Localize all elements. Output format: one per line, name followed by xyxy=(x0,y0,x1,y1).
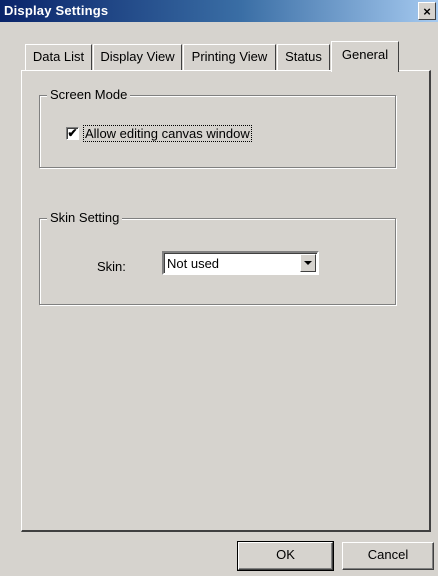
title-bar[interactable]: Display Settings × xyxy=(0,0,438,22)
tab-printing-view[interactable]: Printing View xyxy=(183,44,276,70)
skin-select[interactable]: Not used xyxy=(162,251,319,275)
tab-label: Display View xyxy=(100,49,175,64)
tab-status[interactable]: Status xyxy=(277,44,330,70)
skin-select-value: Not used xyxy=(167,256,220,271)
cancel-button[interactable]: Cancel xyxy=(342,542,434,570)
tab-label: Status xyxy=(285,49,322,64)
screen-mode-legend: Screen Mode xyxy=(47,87,131,103)
cancel-button-label: Cancel xyxy=(367,547,409,562)
tab-label: Printing View xyxy=(191,49,268,64)
chevron-down-icon xyxy=(304,261,312,265)
window-title: Display Settings xyxy=(4,3,109,18)
dropdown-arrow-button[interactable] xyxy=(300,254,316,272)
checkmark-icon: ✔ xyxy=(67,126,78,140)
ok-button[interactable]: OK xyxy=(237,541,334,571)
allow-editing-checkbox[interactable]: ✔ xyxy=(66,127,79,140)
skin-setting-legend: Skin Setting xyxy=(47,210,123,226)
close-button[interactable]: × xyxy=(418,2,436,20)
general-tab-panel: Screen Mode ✔ Allow editing canvas windo… xyxy=(21,70,431,532)
screen-mode-group: Screen Mode ✔ Allow editing canvas windo… xyxy=(39,87,396,168)
skin-label: Skin: xyxy=(97,259,126,274)
allow-editing-label[interactable]: Allow editing canvas window xyxy=(83,125,252,142)
tab-display-view[interactable]: Display View xyxy=(93,44,182,70)
ok-button-label: OK xyxy=(276,547,295,562)
tab-label: General xyxy=(341,47,389,62)
skin-setting-group: Skin Setting Skin: Not used xyxy=(39,210,396,305)
tab-data-list[interactable]: Data List xyxy=(25,44,92,70)
tab-general[interactable]: General xyxy=(331,41,399,72)
tab-label: Data List xyxy=(32,49,85,64)
close-icon: × xyxy=(423,3,431,19)
display-settings-dialog: Display Settings × Data List Display Vie… xyxy=(0,0,438,576)
